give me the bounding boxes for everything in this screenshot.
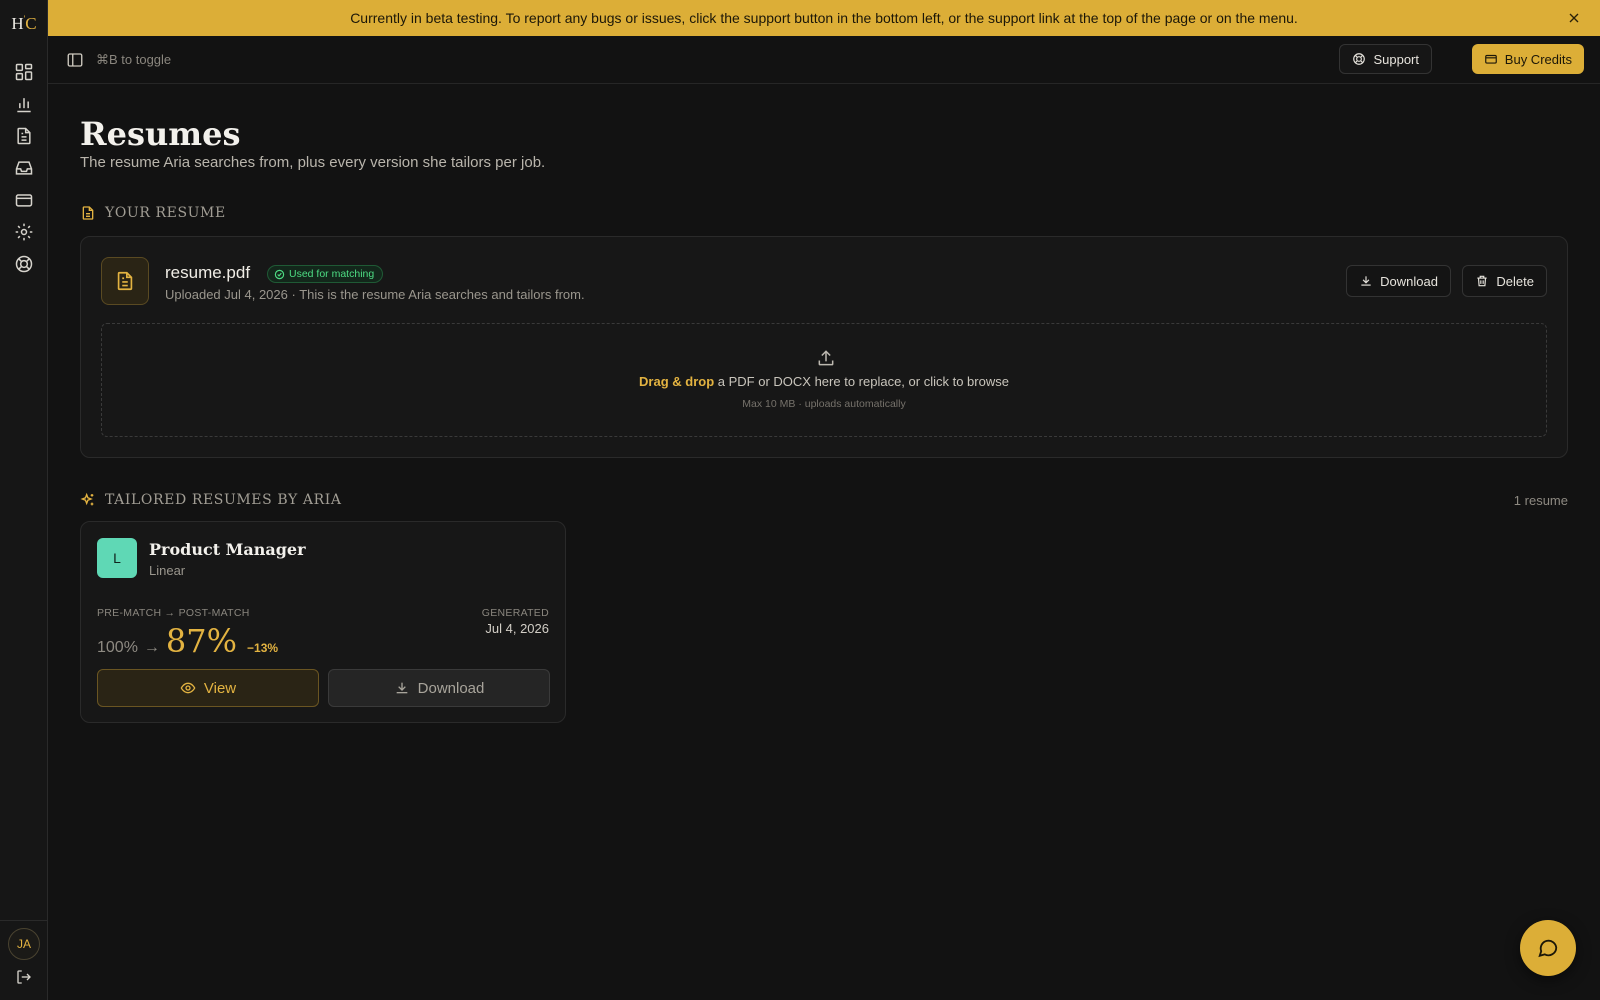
download-resume-button[interactable]: Download — [1346, 265, 1451, 297]
download-icon — [1359, 274, 1373, 288]
help-icon[interactable] — [14, 254, 34, 274]
tailored-resumes-heading: TAILORED RESUMES BY ARIA — [80, 492, 342, 508]
credit-card-icon — [1484, 52, 1498, 66]
resume-file-name: resume.pdf — [165, 263, 251, 282]
company-name: Linear — [149, 563, 186, 578]
resume-count: 1 resume — [1513, 493, 1568, 508]
resume-file-meta: Uploaded Jul 4, 2026 · This is the resum… — [165, 287, 585, 302]
download-tailored-button[interactable]: Download — [328, 669, 550, 707]
delete-resume-button[interactable]: Delete — [1462, 265, 1547, 297]
app-logo[interactable]: H ' C — [0, 0, 48, 48]
dropzone-highlight: Drag & drop — [639, 374, 715, 389]
sidebar-divider — [0, 920, 48, 921]
page-subtitle: The resume Aria searches from, plus ever… — [80, 154, 546, 171]
your-resume-heading: YOUR RESUME — [80, 205, 226, 221]
settings-icon[interactable] — [14, 222, 34, 242]
analytics-icon[interactable] — [14, 94, 34, 114]
check-circle-icon — [274, 269, 285, 280]
user-avatar[interactable]: JA — [8, 928, 40, 960]
billing-icon[interactable] — [14, 190, 34, 210]
page-title: Resumes — [80, 115, 241, 153]
view-button[interactable]: View — [97, 669, 319, 707]
dashboard-icon[interactable] — [14, 62, 34, 82]
logo-letter-h: H — [11, 14, 24, 33]
company-avatar: L — [97, 538, 137, 578]
job-title: Product Manager — [149, 540, 306, 559]
buy-credits-button[interactable]: Buy Credits — [1471, 44, 1584, 74]
match-score: 100% → 87% −13% — [97, 622, 278, 660]
sparkles-icon — [80, 492, 96, 508]
trash-icon — [1475, 274, 1489, 288]
pre-match-score: 100% — [97, 639, 138, 656]
chat-button[interactable] — [1520, 920, 1576, 976]
close-icon[interactable] — [1566, 10, 1582, 26]
logo-letter-c: C — [25, 14, 37, 33]
download-label: Download — [417, 679, 485, 697]
top-bar: ⌘B to toggle Support Buy Credits — [48, 36, 1600, 84]
post-match-score: 87% — [165, 622, 238, 660]
status-badge-label: Used for matching — [289, 268, 375, 280]
view-label: View — [203, 679, 237, 697]
score-arrow: → — [143, 639, 160, 656]
dropzone-instructions: a PDF or DOCX here to replace, or click … — [714, 374, 1009, 389]
sidebar-toggle-icon[interactable] — [66, 51, 84, 69]
buy-credits-label: Buy Credits — [1504, 51, 1572, 67]
generated-label: GENERATED — [481, 607, 549, 619]
your-resume-heading-text: YOUR RESUME — [105, 205, 226, 221]
beta-banner: Currently in beta testing. To report any… — [48, 0, 1600, 36]
support-icon — [1352, 52, 1366, 66]
eye-icon — [180, 680, 196, 696]
dropzone-text: Drag & drop a PDF or DOCX here to replac… — [102, 374, 1546, 389]
tailored-resume-card: L Product Manager Linear PRE-MATCH → POS… — [80, 521, 566, 723]
beta-banner-text: Currently in beta testing. To report any… — [350, 10, 1298, 26]
support-label: Support — [1373, 51, 1419, 67]
resume-icon[interactable] — [14, 126, 34, 146]
inbox-icon[interactable] — [14, 158, 34, 178]
dropzone-subtext: Max 10 MB · uploads automatically — [742, 398, 906, 410]
file-icon — [101, 257, 149, 305]
generated-date: Jul 4, 2026 — [485, 621, 549, 636]
status-badge: Used for matching — [267, 265, 384, 283]
support-button[interactable]: Support — [1339, 44, 1432, 74]
upload-dropzone[interactable]: Drag & drop a PDF or DOCX here to replac… — [101, 323, 1547, 437]
tailored-heading-text: TAILORED RESUMES BY ARIA — [105, 492, 342, 508]
sidebar: H ' C JA — [0, 0, 48, 1000]
logout-icon[interactable] — [15, 968, 33, 986]
score-delta: −13% — [247, 641, 279, 655]
resume-card: resume.pdf Used for matching Uploaded Ju… — [80, 236, 1568, 458]
document-icon — [80, 205, 96, 221]
upload-icon — [816, 348, 836, 368]
chat-bubble-icon — [1537, 937, 1559, 959]
download-icon — [394, 680, 410, 696]
match-score-label: PRE-MATCH → POST-MATCH — [97, 607, 250, 619]
download-label: Download — [1380, 273, 1438, 289]
toggle-hint: ⌘B to toggle — [96, 52, 172, 67]
delete-label: Delete — [1496, 273, 1534, 289]
